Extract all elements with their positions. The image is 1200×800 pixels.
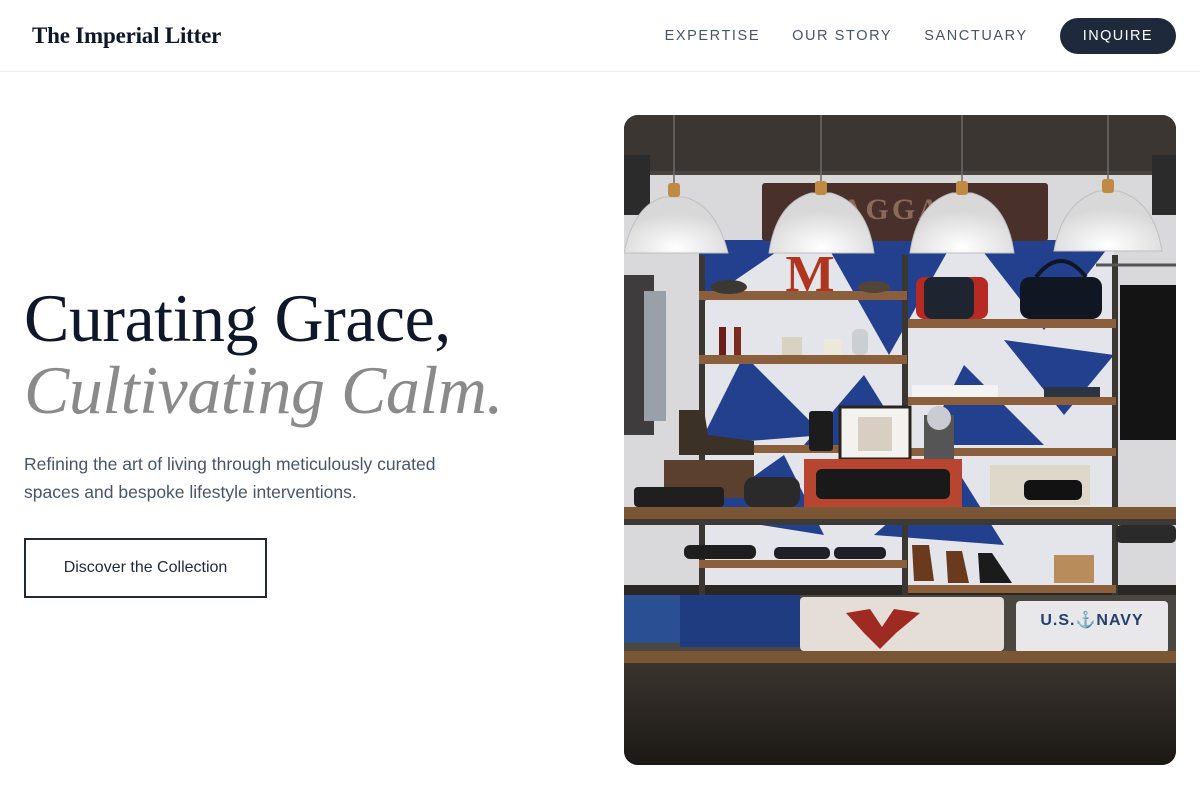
hero-image: BAGGAGE M U.S.⚓NAVY [624,115,1176,765]
hero-title-line1: Curating Grace, [24,280,451,356]
discover-collection-button[interactable]: Discover the Collection [24,538,267,598]
store-interior-illustration: BAGGAGE M U.S.⚓NAVY [624,115,1176,765]
site-header: The Imperial Litter EXPERTISE OUR STORY … [0,0,1200,72]
brand-logo[interactable]: The Imperial Litter [32,22,221,50]
hero-title: Curating Grace, Cultivating Calm. [24,282,604,426]
navy-shirt-text: U.S.⚓NAVY [1040,610,1143,629]
store-letter-decor: M [785,246,834,303]
nav-link-our-story[interactable]: OUR STORY [792,18,892,54]
hero-title-line2: Cultivating Calm. [24,352,503,428]
inquire-button[interactable]: INQUIRE [1059,18,1176,54]
nav-link-expertise[interactable]: EXPERTISE [665,18,761,54]
hero-subtitle: Refining the art of living through metic… [24,454,436,502]
main-nav: EXPERTISE OUR STORY SANCTUARY INQUIRE [665,18,1176,54]
nav-link-sanctuary[interactable]: SANCTUARY [924,18,1028,54]
